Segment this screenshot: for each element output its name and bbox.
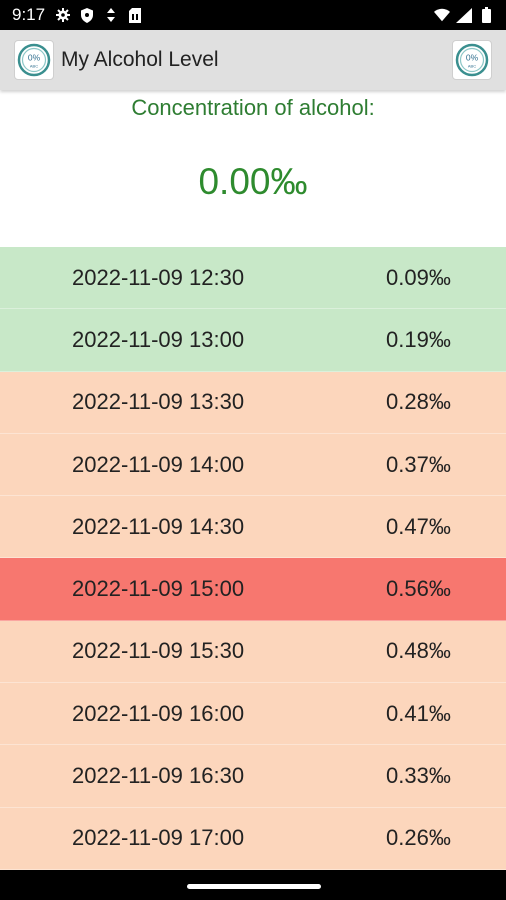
navigation-bar: [0, 870, 506, 900]
app-bar: 0% ABC My Alcohol Level 0% ABC: [0, 30, 506, 90]
concentration-panel: Concentration of alcohol: 0.00‰: [0, 90, 506, 247]
battery-icon: [478, 7, 494, 23]
sim-card-icon: [127, 7, 143, 23]
reading-time: 2022-11-09 14:30: [72, 513, 245, 539]
reading-level: 0.19‰: [386, 326, 451, 352]
app-action-icon-subtext: ABC: [468, 64, 476, 69]
reading-row[interactable]: 2022-11-09 16:00 0.41‰: [0, 683, 506, 746]
reading-level: 0.26‰: [386, 825, 451, 851]
reading-level: 0.37‰: [386, 451, 451, 477]
reading-row[interactable]: 2022-11-09 14:30 0.47‰: [0, 496, 506, 559]
reading-time: 2022-11-09 13:30: [72, 389, 245, 415]
concentration-label: Concentration of alcohol:: [131, 95, 375, 120]
reading-level: 0.28‰: [386, 389, 451, 415]
status-right: [434, 7, 494, 23]
app-logo: 0% ABC: [14, 40, 54, 80]
reading-time: 2022-11-09 16:30: [72, 763, 245, 789]
signal-icon: [456, 7, 472, 23]
reading-time: 2022-11-09 13:00: [72, 326, 245, 352]
gear-icon: [55, 7, 71, 23]
reading-level: 0.56‰: [386, 576, 451, 602]
concentration-value: 0.00‰: [198, 161, 308, 202]
reading-level: 0.48‰: [386, 638, 451, 664]
reading-level: 0.47‰: [386, 513, 451, 539]
reading-time: 2022-11-09 17:00: [72, 825, 245, 851]
reading-time: 2022-11-09 14:00: [72, 451, 245, 477]
app-logo-subtext: ABC: [30, 64, 38, 69]
status-left: 9:17: [12, 5, 143, 25]
reading-time: 2022-11-09 16:00: [72, 700, 245, 726]
reading-row[interactable]: 2022-11-09 15:00 0.56‰: [0, 558, 506, 621]
app-action-button[interactable]: 0% ABC: [452, 40, 492, 80]
app-logo-text: 0%: [28, 53, 41, 63]
reading-level: 0.09‰: [386, 264, 451, 290]
reading-level: 0.33‰: [386, 763, 451, 789]
reading-level: 0.41‰: [386, 700, 451, 726]
readings-list[interactable]: 2022-11-09 12:30 0.09‰ 2022-11-09 13:00 0.1…: [0, 247, 506, 870]
app-title: My Alcohol Level: [61, 48, 219, 71]
reading-row[interactable]: 2022-11-09 13:30 0.28‰: [0, 371, 506, 434]
reading-time: 2022-11-09 15:00: [72, 576, 245, 602]
reading-row[interactable]: 2022-11-09 13:00 0.19‰: [0, 309, 506, 372]
status-time: 9:17: [12, 5, 46, 24]
reading-row[interactable]: 2022-11-09 15:30 0.48‰: [0, 620, 506, 684]
reading-time: 2022-11-09 15:30: [72, 638, 245, 664]
home-handle[interactable]: [187, 884, 321, 889]
reading-time: 2022-11-09 12:30: [72, 264, 245, 290]
data-saver-icon: [103, 7, 119, 23]
reading-row[interactable]: 2022-11-09 12:30 0.09‰: [0, 247, 506, 310]
reading-row[interactable]: 2022-11-09 16:30 0.33‰: [0, 745, 506, 808]
reading-row[interactable]: 2022-11-09 14:00 0.37‰: [0, 433, 506, 497]
app-action-icon-text: 0%: [466, 53, 479, 63]
shield-icon: [79, 7, 95, 23]
reading-row[interactable]: 2022-11-09 17:00 0.26‰: [0, 807, 506, 870]
status-bar: 9:17: [0, 0, 506, 30]
wifi-icon: [434, 7, 450, 23]
